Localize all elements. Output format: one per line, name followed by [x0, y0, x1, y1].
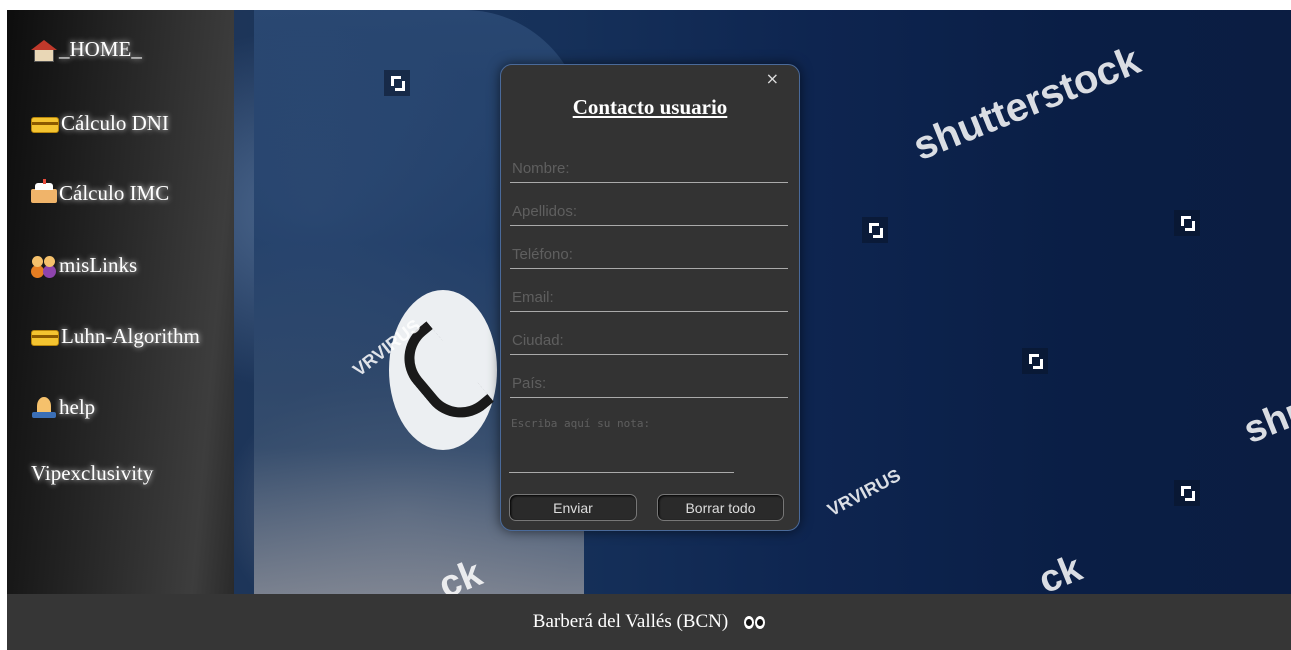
sidebar-item-label: _HOME_: [59, 37, 142, 61]
sidebar-item-label: Luhn-Algorithm: [61, 324, 200, 348]
apellidos-field[interactable]: [510, 198, 788, 226]
sidebar-item-label: misLinks: [59, 253, 138, 277]
clear-all-button[interactable]: Borrar todo: [657, 494, 784, 521]
sidebar-item-help[interactable]: help: [31, 395, 95, 420]
family-icon: [31, 255, 57, 277]
note-textarea[interactable]: [509, 415, 734, 473]
email-field[interactable]: [510, 284, 788, 312]
watermark-badge-icon: [1174, 210, 1200, 236]
sidebar: _HOME_ Cálculo DNI Cálculo IMC misLinks …: [7, 10, 234, 594]
telefono-field[interactable]: [510, 241, 788, 269]
modal-title: Contacto usuario: [572, 95, 728, 119]
sidebar-item-mislinks[interactable]: misLinks: [31, 253, 137, 278]
contact-modal: × Contacto usuario Enviar Borrar todo: [500, 64, 800, 531]
footer: Barberá del Vallés (BCN): [7, 594, 1291, 650]
house-icon: [31, 39, 57, 62]
sidebar-item-label: Cálculo IMC: [59, 181, 170, 205]
watermark-text: VRVIRUS: [824, 465, 904, 521]
sidebar-item-calculo-dni[interactable]: Cálculo DNI: [31, 111, 169, 136]
pais-field[interactable]: [510, 370, 788, 398]
watermark-badge-icon: [384, 70, 410, 96]
sidebar-item-luhn-algorithm[interactable]: Luhn-Algorithm: [31, 324, 200, 349]
watermark-text: shut: [1237, 383, 1291, 453]
watermark-text: ck: [1032, 547, 1088, 594]
footer-location: Barberá del Vallés (BCN): [532, 611, 729, 632]
close-icon[interactable]: ×: [766, 69, 779, 88]
sidebar-item-home[interactable]: _HOME_: [31, 37, 142, 62]
watermark-text: shutterstock: [907, 38, 1147, 170]
eyes-icon: [744, 615, 766, 629]
credit-card-icon: [31, 330, 59, 346]
watermark-badge-icon: [1022, 348, 1048, 374]
cake-icon: [31, 178, 57, 203]
sidebar-item-label: help: [59, 395, 96, 419]
nombre-field[interactable]: [510, 155, 788, 183]
watermark-badge-icon: [862, 217, 888, 243]
credit-card-icon: [31, 117, 59, 133]
sidebar-item-label: Cálculo DNI: [61, 111, 169, 135]
sidebar-item-vipexclusivity[interactable]: Vipexclusivity: [31, 461, 153, 486]
watermark-badge-icon: [1174, 480, 1200, 506]
ciudad-field[interactable]: [510, 327, 788, 355]
praying-hands-icon: [31, 396, 57, 419]
send-button[interactable]: Enviar: [509, 494, 637, 521]
app: _HOME_ Cálculo DNI Cálculo IMC misLinks …: [7, 10, 1291, 650]
sidebar-item-label: Vipexclusivity: [31, 461, 154, 485]
sidebar-item-calculo-imc[interactable]: Cálculo IMC: [31, 178, 170, 206]
